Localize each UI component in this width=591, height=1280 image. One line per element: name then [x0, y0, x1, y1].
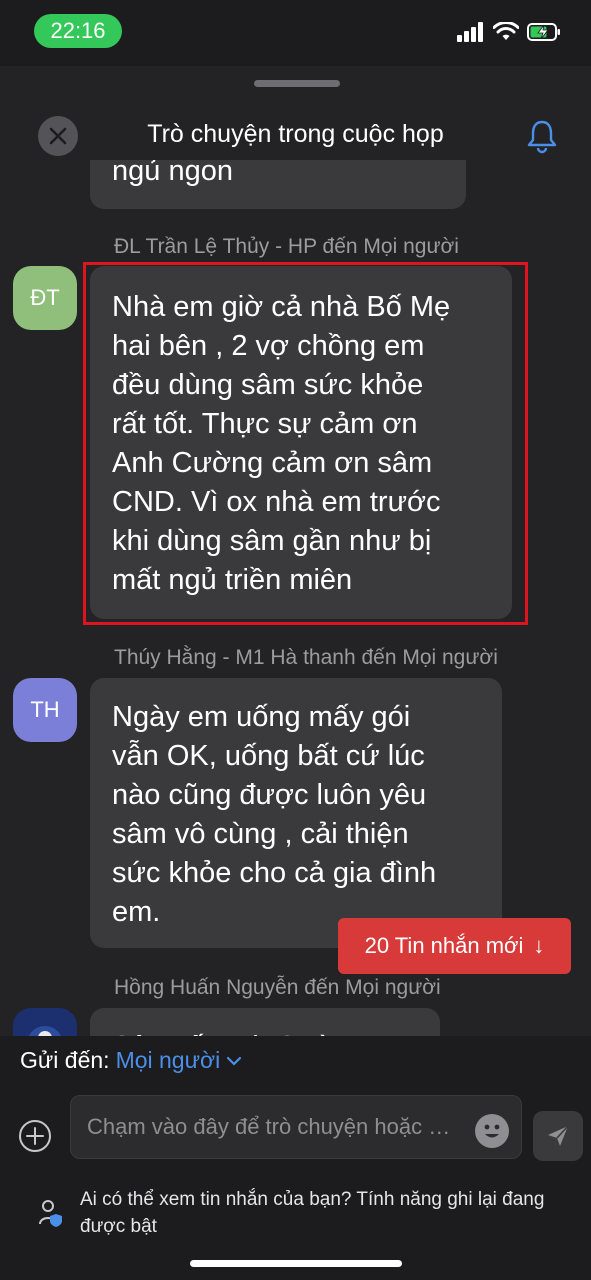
send-icon: [548, 1125, 569, 1146]
plus-circle-icon: [19, 1120, 51, 1152]
avatar[interactable]: [13, 1008, 77, 1036]
send-button[interactable]: [533, 1111, 583, 1161]
status-time: 22:16: [34, 14, 122, 48]
send-to-selector[interactable]: Gửi đến: Mọi người: [20, 1047, 242, 1074]
battery-charging-icon: [527, 23, 560, 41]
chevron-down-icon: [227, 1056, 242, 1066]
message-bubble[interactable]: Ngày em uống mấy gói vẫn OK, uống bất cứ…: [90, 678, 502, 948]
recording-notice[interactable]: Ai có thể xem tin nhắn của bạn? Tính năn…: [80, 1186, 570, 1240]
sheet-grabber[interactable]: [254, 80, 340, 87]
chat-messages[interactable]: ngủ ngon ĐL Trần Lệ Thủy - HP đến Mọi ng…: [0, 160, 591, 1036]
wifi-icon: [493, 22, 519, 40]
add-button[interactable]: [18, 1119, 52, 1153]
sender-line: Hồng Huấn Nguyễn đến Mọi người: [114, 976, 441, 999]
emoji-button[interactable]: [475, 1114, 509, 1148]
signal-icon: [457, 22, 483, 42]
avatar[interactable]: ĐT: [13, 266, 77, 330]
message-text: ngủ ngon: [112, 160, 233, 187]
new-messages-button[interactable]: 20 Tin nhắn mới ↓: [338, 918, 571, 974]
chat-input-placeholder: Chạm vào đây để trò chuyện hoặc chia sẻ: [87, 1114, 457, 1139]
avatar-image: [13, 1008, 77, 1036]
new-messages-label: 20 Tin nhắn mới: [364, 933, 524, 958]
emoji-icon: [484, 1124, 500, 1138]
chat-input[interactable]: Chạm vào đây để trò chuyện hoặc chia sẻ: [70, 1095, 522, 1159]
arrow-down-icon: ↓: [533, 933, 545, 958]
message-text: Sâm tốt anh Cường: [112, 1028, 368, 1036]
bell-icon: [527, 120, 557, 154]
message-text: Ngày em uống mấy gói vẫn OK, uống bất cứ…: [112, 701, 437, 928]
message-bubble[interactable]: Sâm tốt anh Cường: [90, 1008, 440, 1036]
sender-line: Thúy Hằng - M1 Hà thanh đến Mọi người: [114, 646, 498, 669]
privacy-user-icon: [38, 1198, 64, 1228]
avatar[interactable]: TH: [13, 678, 77, 742]
page-title: Trò chuyện trong cuộc họp: [147, 120, 444, 148]
notification-button[interactable]: [524, 118, 562, 156]
recipient-dropdown[interactable]: Mọi người: [116, 1047, 221, 1074]
sender-line: ĐL Trần Lệ Thủy - HP đến Mọi người: [114, 235, 459, 258]
status-icons: [457, 22, 561, 42]
send-to-label: Gửi đến:: [20, 1047, 110, 1073]
home-indicator: [190, 1260, 402, 1267]
highlight-box: [83, 262, 528, 625]
status-bar: 22:16: [0, 0, 591, 66]
message-bubble: ngủ ngon: [90, 160, 466, 209]
